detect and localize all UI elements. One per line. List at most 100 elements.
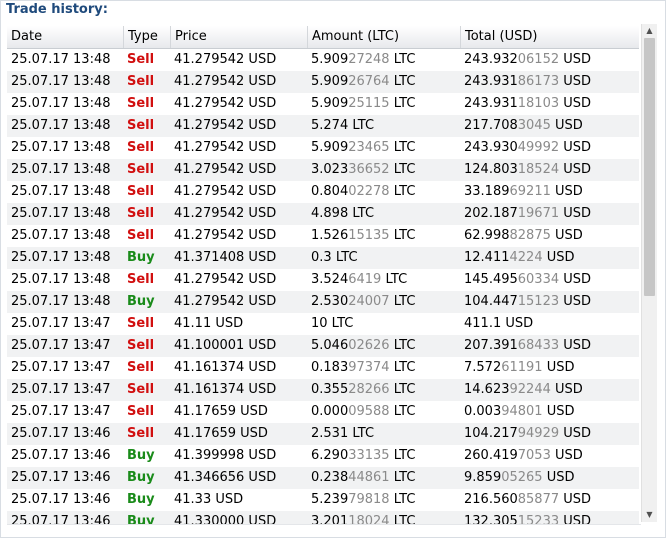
table-row: 25.07.17 13:47 Sell 41.100001 USD 5.0460262… [7, 335, 639, 357]
total-unit: USD [559, 272, 592, 287]
trade-total: 243.93049992 USD [460, 137, 639, 159]
trade-price: 41.279542 USD [174, 52, 277, 67]
amount-main-digits: 6.290 [311, 448, 349, 463]
trade-total: 216.56085877 USD [460, 489, 639, 511]
amount-unit: LTC [348, 118, 375, 133]
amount-dim-digits: 97374 [348, 360, 390, 375]
amount-unit: LTC [389, 294, 416, 309]
vertical-scrollbar[interactable]: ▲ ▼ [641, 24, 657, 522]
trade-total: 243.93186173 USD [460, 71, 639, 93]
table-row: 25.07.17 13:48 Sell 41.279542 USD 4.898 LTC… [7, 203, 639, 225]
amount-main-digits: 5.909 [311, 74, 349, 89]
table-row: 25.07.17 13:48 Sell 41.279542 USD 0.8040227… [7, 181, 639, 203]
total-dim-digits: 94929 [517, 426, 560, 441]
trade-total: 0.00394801 USD [460, 401, 639, 423]
column-header-type[interactable]: Type [123, 26, 170, 48]
trade-amount: 0.35528266 LTC [307, 379, 460, 401]
trade-price: 41.279542 USD [174, 272, 277, 287]
total-dim-digits: 18103 [517, 96, 560, 111]
table-bottom-border [7, 524, 641, 525]
amount-unit: LTC [389, 52, 416, 67]
trade-total: 243.93206152 USD [460, 49, 639, 71]
total-main-digits: 243.931 [464, 96, 518, 111]
total-dim-digits: 82875 [509, 228, 551, 243]
amount-unit: LTC [389, 228, 416, 243]
amount-unit: LTC [389, 470, 416, 485]
column-header-date[interactable]: Date [7, 26, 123, 48]
trade-total: 207.39168433 USD [460, 335, 639, 357]
amount-main-digits: 0.183 [311, 360, 349, 375]
amount-main-digits: 5.909 [311, 140, 349, 155]
trade-price: 41.17659 USD [174, 404, 268, 419]
column-header-amount[interactable]: Amount (LTC) [307, 26, 460, 48]
amount-main-digits: 3.201 [311, 514, 349, 524]
table-header: Date Type Price Amount (LTC) Total (USD) [7, 26, 639, 49]
trade-type: Sell [127, 206, 155, 221]
scroll-down-arrow-icon[interactable]: ▼ [642, 508, 657, 522]
trade-total: 104.44715123 USD [460, 291, 639, 313]
trade-total: 14.62392244 USD [460, 379, 639, 401]
trade-total: 145.49560334 USD [460, 269, 639, 291]
total-unit: USD [501, 316, 534, 331]
amount-unit: LTC [389, 514, 416, 524]
trade-date: 25.07.17 13:47 [11, 360, 111, 375]
trade-price: 41.279542 USD [174, 206, 277, 221]
trade-amount: 1.52615135 LTC [307, 225, 460, 247]
trade-type: Buy [127, 448, 155, 463]
trade-price: 41.346656 USD [174, 470, 277, 485]
trade-total: 7.57261191 USD [460, 357, 639, 379]
total-main-digits: 14.623 [464, 382, 510, 397]
total-dim-digits: 68433 [517, 338, 560, 353]
trade-type: Sell [127, 382, 155, 397]
trade-price: 41.279542 USD [174, 228, 277, 243]
amount-dim-digits: 44861 [348, 470, 390, 485]
total-main-digits: 217.708 [464, 118, 518, 133]
table-row: 25.07.17 13:48 Sell 41.279542 USD 3.5246419… [7, 269, 639, 291]
amount-main-digits: 0.3 [311, 250, 332, 265]
trade-amount: 0.00009588 LTC [307, 401, 460, 423]
table-body: 25.07.17 13:48 Sell 41.279542 USD 5.909 2724… [7, 49, 639, 524]
scrollbar-thumb[interactable] [644, 38, 655, 296]
table-row: 25.07.17 13:48 Sell 41.279542 USD 5.9092511… [7, 93, 639, 115]
total-unit: USD [550, 382, 583, 397]
amount-unit: LTC [389, 338, 416, 353]
amount-dim-digits: 27248 [348, 52, 390, 67]
total-unit: USD [542, 470, 575, 485]
trade-date: 25.07.17 13:48 [11, 228, 111, 243]
trade-type: Sell [127, 184, 155, 199]
scroll-up-arrow-icon[interactable]: ▲ [642, 24, 657, 38]
total-main-digits: 0.003 [464, 404, 502, 419]
trade-date: 25.07.17 13:46 [11, 470, 111, 485]
total-main-digits: 124.803 [464, 162, 518, 177]
trade-amount: 5.90923465 LTC [307, 137, 460, 159]
trade-type: Sell [127, 74, 155, 89]
trade-history-panel: Trade history: Date Type Price Amount (L… [0, 0, 666, 538]
amount-dim-digits: 33135 [348, 448, 390, 463]
amount-dim-digits: 26764 [348, 74, 390, 89]
trade-amount: 10 LTC [307, 313, 460, 335]
trade-date: 25.07.17 13:48 [11, 140, 111, 155]
trade-date: 25.07.17 13:48 [11, 206, 111, 221]
trade-date: 25.07.17 13:48 [11, 162, 111, 177]
trade-total: 12.4114224 USD [460, 247, 639, 269]
amount-dim-digits: 02278 [348, 184, 390, 199]
total-unit: USD [542, 404, 575, 419]
trade-date: 25.07.17 13:48 [11, 184, 111, 199]
total-main-digits: 243.930 [464, 140, 518, 155]
column-header-price[interactable]: Price [170, 26, 307, 48]
table-row: 25.07.17 13:47 Sell 41.17659 USD 0.00009588… [7, 401, 639, 423]
trade-type: Sell [127, 228, 155, 243]
column-header-total[interactable]: Total (USD) [460, 26, 639, 48]
table-row: 25.07.17 13:48 Sell 41.279542 USD 5.274 LTC… [7, 115, 639, 137]
total-unit: USD [559, 426, 592, 441]
trade-total: 9.85905265 USD [460, 467, 639, 489]
trade-type: Sell [127, 404, 155, 419]
table-row: 25.07.17 13:46 Buy 41.33 USD 5.23979818 LTC… [7, 489, 639, 511]
table-row: 25.07.17 13:46 Buy 41.346656 USD 0.23844861… [7, 467, 639, 489]
amount-main-digits: 5.274 [311, 118, 349, 133]
trade-price: 41.371408 USD [174, 250, 277, 265]
trade-date: 25.07.17 13:48 [11, 52, 111, 67]
table-row: 25.07.17 13:46 Sell 41.17659 USD 2.531 LTC 1… [7, 423, 639, 445]
total-unit: USD [550, 118, 583, 133]
table-row: 25.07.17 13:48 Sell 41.279542 USD 1.5261513… [7, 225, 639, 247]
